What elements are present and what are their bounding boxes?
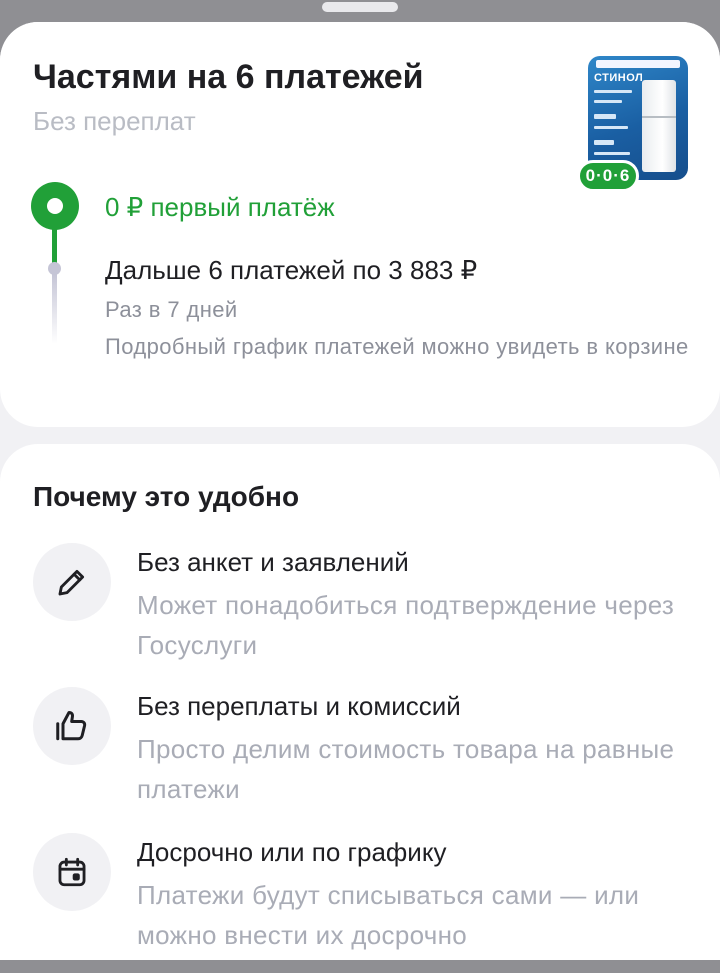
feature-item: Досрочно или по графику Платежи будут сп… xyxy=(0,833,720,973)
installment-subtitle: Без переплат xyxy=(33,106,196,136)
product-spec-line xyxy=(594,90,632,93)
timeline-step-dot xyxy=(48,262,61,275)
feature-title: Без анкет и заявлений xyxy=(137,547,409,577)
timeline-line xyxy=(52,274,57,344)
product-brand: СТИНОЛ xyxy=(594,72,644,84)
product-store-strip xyxy=(596,60,680,68)
feature-item: Без анкет и заявлений Может понадобиться… xyxy=(0,543,720,683)
feature-description: Платежи будут списываться сами — или мож… xyxy=(137,880,640,950)
timeline-start-dot xyxy=(31,182,79,230)
payment-frequency: Раз в 7 дней xyxy=(105,297,238,322)
product-spec-line xyxy=(594,126,628,129)
feature-description: Просто делим стоимость товара на равные … xyxy=(137,734,675,804)
product-spec-line xyxy=(594,114,616,119)
timeline-start-dot-center xyxy=(47,198,63,214)
first-payment: 0 ₽ первый платёж xyxy=(105,192,335,222)
next-payments: Дальше 6 платежей по 3 883 ₽ xyxy=(105,255,478,285)
pencil-icon xyxy=(33,543,111,621)
sheet-grabber[interactable] xyxy=(322,2,398,12)
product-spec-line xyxy=(594,140,614,145)
installment-badge: 0·0·6 xyxy=(577,160,639,192)
thumbs-up-icon xyxy=(33,687,111,765)
payment-schedule-note: Подробный график платежей можно увидеть … xyxy=(105,334,689,359)
product-spec-line xyxy=(594,152,630,155)
feature-description: Может понадобиться подтверждение через Г… xyxy=(137,590,675,660)
calendar-icon xyxy=(33,833,111,911)
feature-title: Досрочно или по графику xyxy=(137,837,447,867)
benefits-title: Почему это удобно xyxy=(33,481,300,512)
fridge-image xyxy=(642,80,676,172)
feature-title: Без переплаты и комиссий xyxy=(137,691,461,721)
installment-title: Частями на 6 платежей xyxy=(33,58,424,96)
feature-item: Без переплаты и комиссий Просто делим ст… xyxy=(0,687,720,827)
product-spec-line xyxy=(594,100,622,103)
fridge-image-divider xyxy=(642,116,676,118)
